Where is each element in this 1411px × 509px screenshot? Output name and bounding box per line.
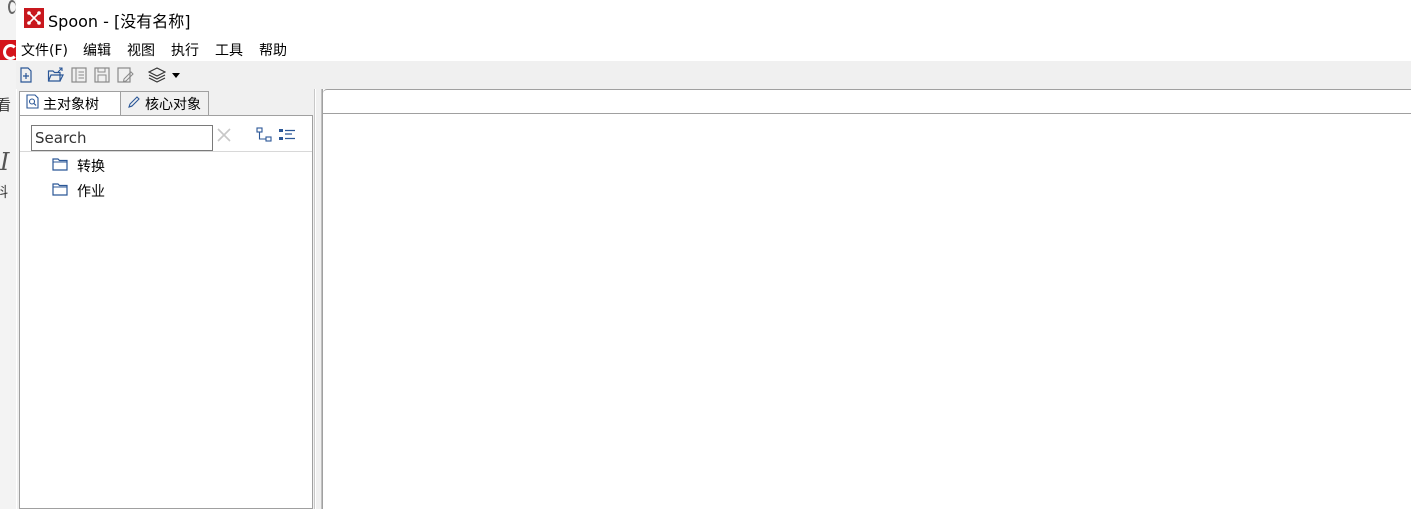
layers-perspective-icon[interactable]	[148, 66, 166, 84]
collapse-tree-icon[interactable]	[278, 127, 296, 143]
spoon-window: Spoon - [没有名称] 文件(F) 编辑 视图 执行 工具 帮助 主对象树…	[16, 0, 1411, 509]
dropdown-arrow-icon[interactable]	[170, 66, 182, 84]
save-as-icon[interactable]	[116, 66, 134, 84]
tree-item-label: 转换	[77, 159, 105, 175]
title-bar[interactable]: Spoon - [没有名称]	[16, 0, 1411, 38]
magnifier-doc-icon	[26, 94, 39, 113]
menu-edit[interactable]: 编辑	[83, 40, 111, 60]
background-window: 看 I 料	[0, 0, 16, 509]
left-panel: 主对象树 核心对象 Search 转换 作业	[17, 89, 315, 509]
menu-help[interactable]: 帮助	[259, 40, 287, 60]
open-file-icon[interactable]	[47, 66, 65, 84]
canvas-tab-bar	[323, 89, 1411, 114]
pencil-icon	[127, 95, 141, 113]
window-title: Spoon - [没有名称]	[48, 12, 191, 31]
toolbar	[16, 61, 1411, 89]
search-separator	[20, 151, 312, 152]
canvas-area[interactable]	[322, 89, 1411, 509]
background-glyph-top	[8, 0, 16, 14]
new-file-icon[interactable]	[17, 66, 35, 84]
tab-main-object-tree[interactable]: 主对象树	[19, 91, 121, 115]
spoon-app-icon	[24, 8, 44, 28]
tree-item-label: 作业	[77, 184, 105, 200]
tree-item-transformations[interactable]: 转换	[52, 155, 105, 177]
expand-tree-icon[interactable]	[256, 127, 274, 143]
menu-run[interactable]: 执行	[171, 40, 199, 60]
save-icon[interactable]	[93, 66, 111, 84]
tab-core-label: 核心对象	[145, 96, 201, 113]
background-text-1: 看	[0, 96, 12, 114]
tab-main-label: 主对象树	[43, 96, 99, 113]
menu-file[interactable]: 文件(F)	[21, 40, 68, 60]
left-tab-strip: 主对象树 核心对象	[17, 89, 315, 115]
tab-core-objects[interactable]: 核心对象	[121, 91, 209, 115]
background-text-3: 料	[0, 185, 8, 201]
background-text-2: I	[0, 148, 10, 176]
explore-repository-icon[interactable]	[70, 66, 88, 84]
object-tree-panel: 转换 作业	[19, 115, 313, 509]
menu-bar: 文件(F) 编辑 视图 执行 工具 帮助	[16, 38, 1411, 61]
folder-icon	[52, 182, 68, 200]
screen: 看 I 料 Spoon - [没有名称] 文件(F) 编辑 视图 执行 工具 帮	[0, 0, 1411, 509]
clear-search-icon[interactable]	[216, 127, 232, 143]
menu-view[interactable]: 视图	[127, 40, 155, 60]
search-input[interactable]	[31, 125, 213, 151]
background-app-logo	[0, 40, 16, 60]
tree-item-jobs[interactable]: 作业	[52, 180, 105, 202]
folder-icon	[52, 157, 68, 175]
menu-tools[interactable]: 工具	[215, 40, 243, 60]
